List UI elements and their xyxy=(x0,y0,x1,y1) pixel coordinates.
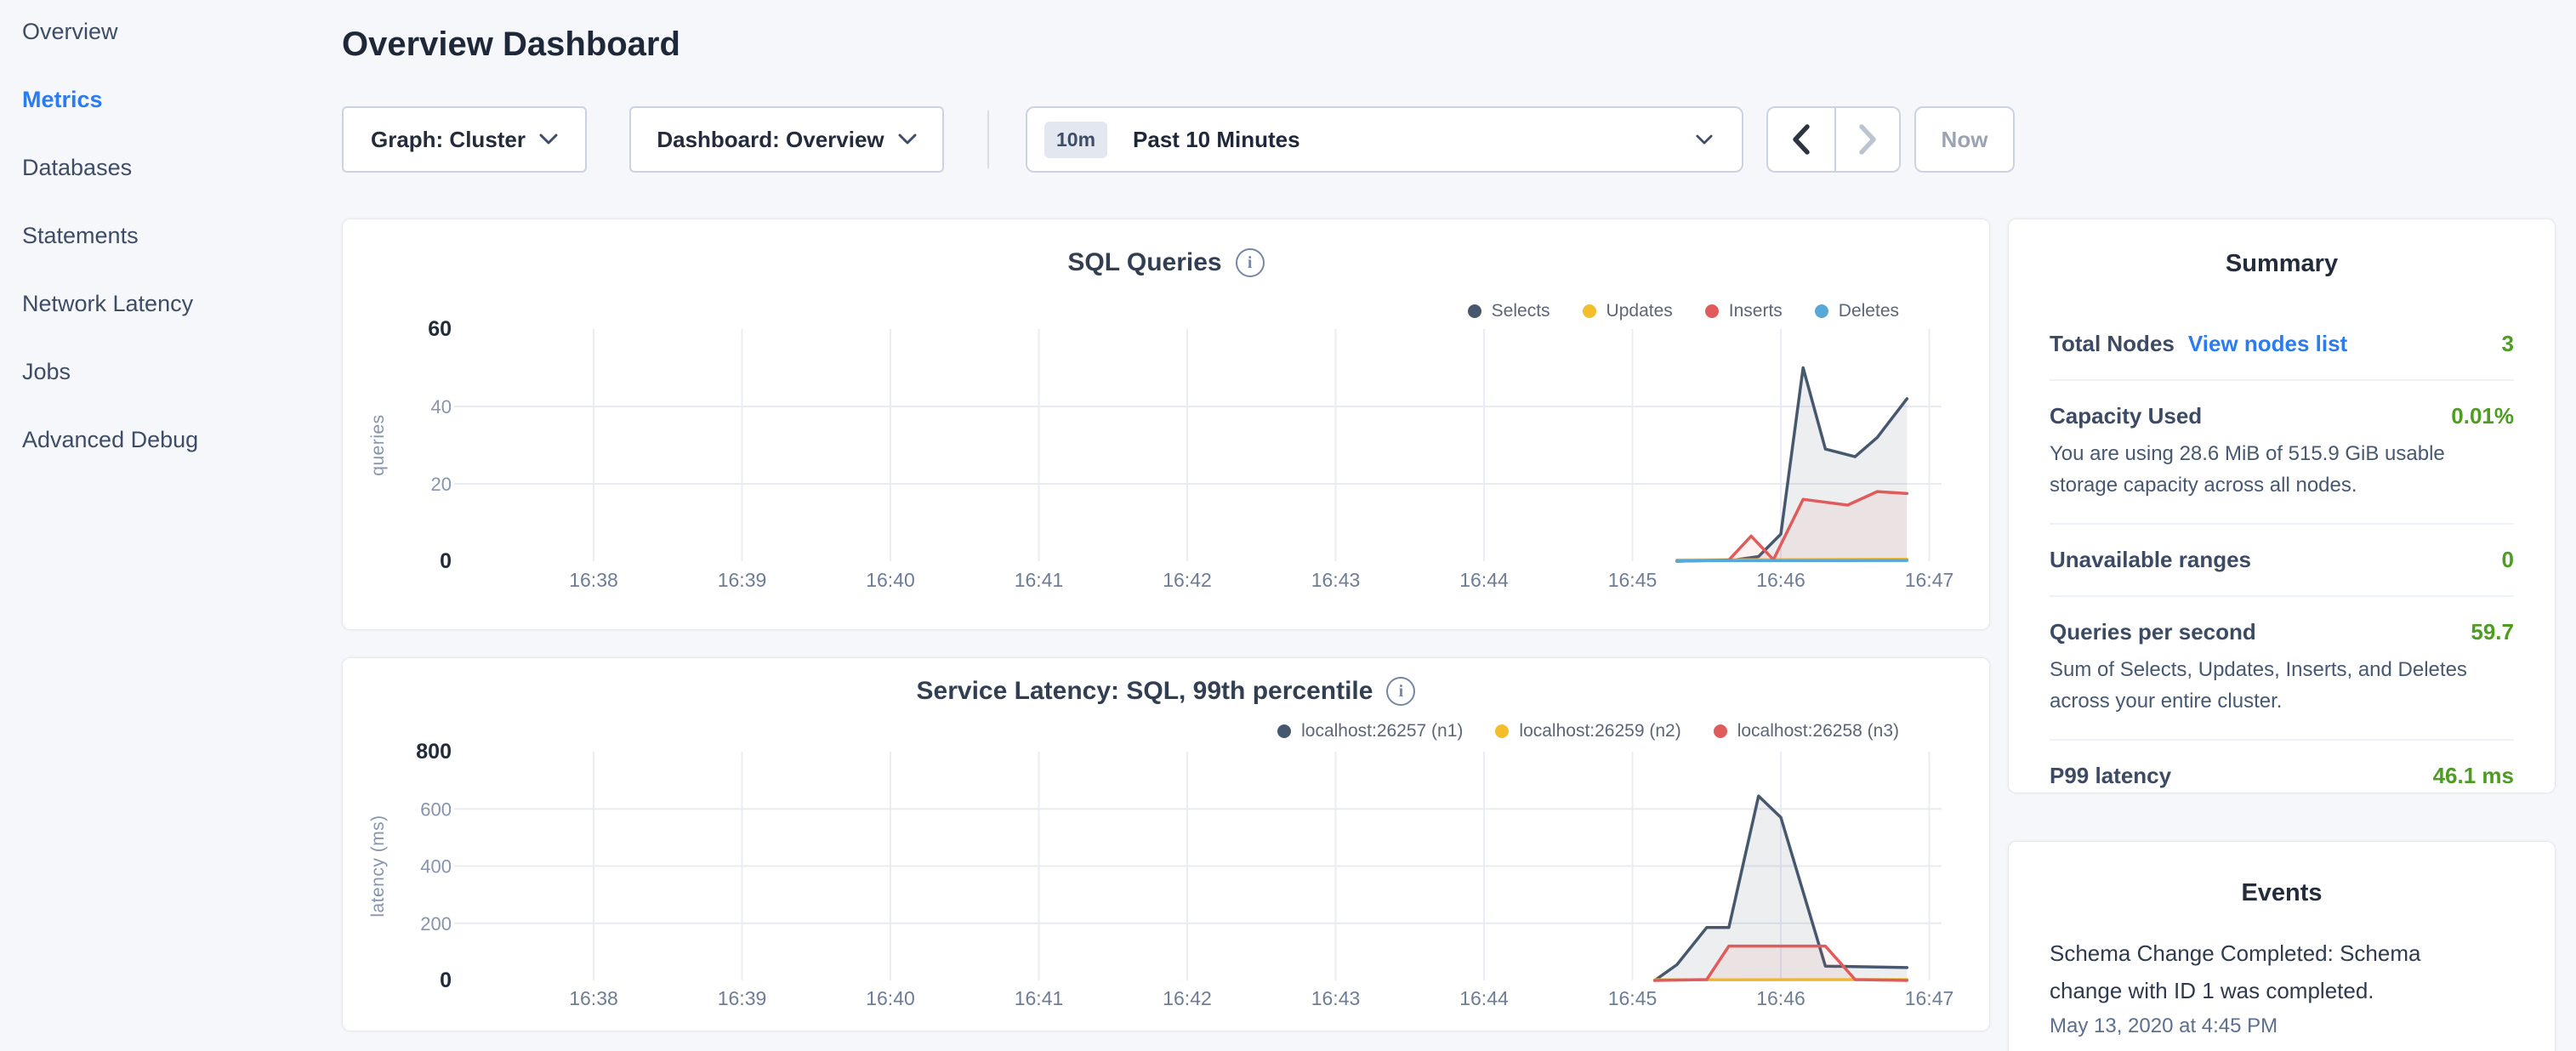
summary-rows: Total Nodes View nodes list 3 Capacity Used… xyxy=(2009,278,2555,811)
svg-text:16:41: 16:41 xyxy=(1015,569,1064,591)
toolbar-divider xyxy=(987,111,989,168)
dashboard-dropdown-label: Dashboard: Overview xyxy=(657,127,884,153)
summary-row-value: 0.01% xyxy=(2451,403,2514,429)
graph-dropdown[interactable]: Graph: Cluster xyxy=(342,106,587,173)
svg-text:16:42: 16:42 xyxy=(1163,987,1212,1009)
summary-row-value: 3 xyxy=(2502,331,2514,357)
svg-text:16:40: 16:40 xyxy=(866,569,915,591)
svg-text:200: 200 xyxy=(420,913,452,935)
time-now-button[interactable]: Now xyxy=(1914,106,2015,173)
sidebar: Overview Metrics Databases Statements Networ… xyxy=(0,0,342,1051)
svg-text:16:38: 16:38 xyxy=(569,569,618,591)
sidebar-item-network-latency[interactable]: Network Latency xyxy=(22,276,193,331)
summary-row-description: You are using 28.6 MiB of 515.9 GiB usab… xyxy=(2050,438,2514,501)
svg-text:16:47: 16:47 xyxy=(1905,569,1954,591)
page-title: Overview Dashboard xyxy=(342,26,680,64)
summary-panel: Summary Total Nodes View nodes list 3 Capac… xyxy=(2008,219,2556,793)
svg-text:16:39: 16:39 xyxy=(718,987,767,1009)
svg-text:0: 0 xyxy=(440,549,452,573)
service-latency-chart-card: Service Latency: SQL, 99th percentile i … xyxy=(342,657,1990,1031)
svg-text:16:44: 16:44 xyxy=(1459,569,1509,591)
svg-text:16:44: 16:44 xyxy=(1459,987,1509,1009)
app: Overview Metrics Databases Statements Networ… xyxy=(0,0,2576,1051)
svg-text:16:46: 16:46 xyxy=(1756,569,1805,591)
chevron-down-icon xyxy=(539,134,558,145)
chart-plot-area[interactable]: 16:38 16:39 16:40 16:41 16:42 16:43 16:44 16:45… xyxy=(343,219,1991,631)
chart-plot-area[interactable]: 16:38 16:39 16:40 16:41 16:42 16:43 16:44 16:45… xyxy=(343,658,1991,1032)
svg-text:16:42: 16:42 xyxy=(1163,569,1212,591)
view-nodes-list-link[interactable]: View nodes list xyxy=(2188,331,2347,357)
summary-row-value: 59.7 xyxy=(2471,619,2514,645)
svg-text:16:41: 16:41 xyxy=(1015,987,1064,1009)
summary-row-label: Queries per second xyxy=(2050,619,2256,645)
event-timestamp: May 13, 2020 at 4:45 PM xyxy=(2050,1014,2514,1038)
chevron-left-icon xyxy=(1790,122,1812,156)
svg-text:16:45: 16:45 xyxy=(1608,569,1658,591)
svg-text:400: 400 xyxy=(420,856,452,878)
time-range-dropdown[interactable]: 10m Past 10 Minutes xyxy=(1026,106,1743,173)
svg-text:16:45: 16:45 xyxy=(1608,987,1658,1009)
svg-text:latency (ms): latency (ms) xyxy=(368,815,388,917)
sidebar-item-advanced-debug[interactable]: Advanced Debug xyxy=(22,412,198,467)
summary-row-label: Unavailable ranges xyxy=(2050,547,2251,573)
summary-title: Summary xyxy=(2009,250,2555,278)
svg-text:16:43: 16:43 xyxy=(1311,569,1361,591)
summary-row-description: Sum of Selects, Updates, Inserts, and De… xyxy=(2050,654,2514,717)
summary-row-value: 0 xyxy=(2502,547,2514,573)
svg-text:600: 600 xyxy=(420,798,452,820)
summary-row: Capacity Used 0.01% You are using 28.6 MiB… xyxy=(2050,379,2514,523)
summary-row: Queries per second 59.7 Sum of Selects, Up… xyxy=(2050,595,2514,739)
summary-row-label: Capacity Used xyxy=(2050,403,2202,429)
svg-text:800: 800 xyxy=(416,740,452,764)
summary-row-label: P99 latency xyxy=(2050,763,2171,789)
event-item[interactable]: Schema Change Completed: Schema change w… xyxy=(2009,907,2555,1038)
graph-dropdown-label: Graph: Cluster xyxy=(371,127,526,153)
time-prev-button[interactable] xyxy=(1766,106,1835,173)
events-panel: Events Schema Change Completed: Schema c… xyxy=(2008,841,2556,1051)
time-range-badge: 10m xyxy=(1044,122,1107,158)
sidebar-item-overview[interactable]: Overview xyxy=(22,4,118,59)
events-title: Events xyxy=(2009,879,2555,907)
svg-text:16:47: 16:47 xyxy=(1905,987,1954,1009)
svg-text:20: 20 xyxy=(431,474,452,495)
svg-text:0: 0 xyxy=(440,969,452,992)
svg-text:queries: queries xyxy=(368,414,388,475)
svg-text:16:38: 16:38 xyxy=(569,987,618,1009)
summary-row: P99 latency 46.1 ms xyxy=(2050,739,2514,811)
svg-text:16:46: 16:46 xyxy=(1756,987,1805,1009)
chevron-right-icon xyxy=(1857,122,1879,156)
chevron-down-icon xyxy=(1696,134,1713,145)
event-message: Schema Change Completed: Schema change w… xyxy=(2050,935,2458,1009)
sidebar-item-jobs[interactable]: Jobs xyxy=(22,344,71,399)
svg-text:60: 60 xyxy=(428,317,452,341)
time-range-label: Past 10 Minutes xyxy=(1133,127,1300,153)
svg-text:16:39: 16:39 xyxy=(718,569,767,591)
time-next-button[interactable] xyxy=(1835,106,1901,173)
sql-queries-chart-card: SQL Queries i SelectsUpdatesInsertsDelet… xyxy=(342,219,1990,630)
summary-row-label: Total Nodes xyxy=(2050,331,2175,357)
summary-row-value: 46.1 ms xyxy=(2433,763,2514,789)
svg-text:40: 40 xyxy=(431,396,452,418)
summary-row: Unavailable ranges 0 xyxy=(2050,523,2514,595)
chevron-down-icon xyxy=(898,134,917,145)
dashboard-dropdown[interactable]: Dashboard: Overview xyxy=(629,106,944,173)
sidebar-item-statements[interactable]: Statements xyxy=(22,208,139,263)
svg-text:16:43: 16:43 xyxy=(1311,987,1361,1009)
summary-row: Total Nodes View nodes list 3 xyxy=(2050,278,2514,379)
svg-text:16:40: 16:40 xyxy=(866,987,915,1009)
now-button-label: Now xyxy=(1942,127,1988,153)
sidebar-item-databases[interactable]: Databases xyxy=(22,140,132,195)
sidebar-item-metrics[interactable]: Metrics xyxy=(22,72,103,127)
events-list: Schema Change Completed: Schema change w… xyxy=(2009,907,2555,1038)
